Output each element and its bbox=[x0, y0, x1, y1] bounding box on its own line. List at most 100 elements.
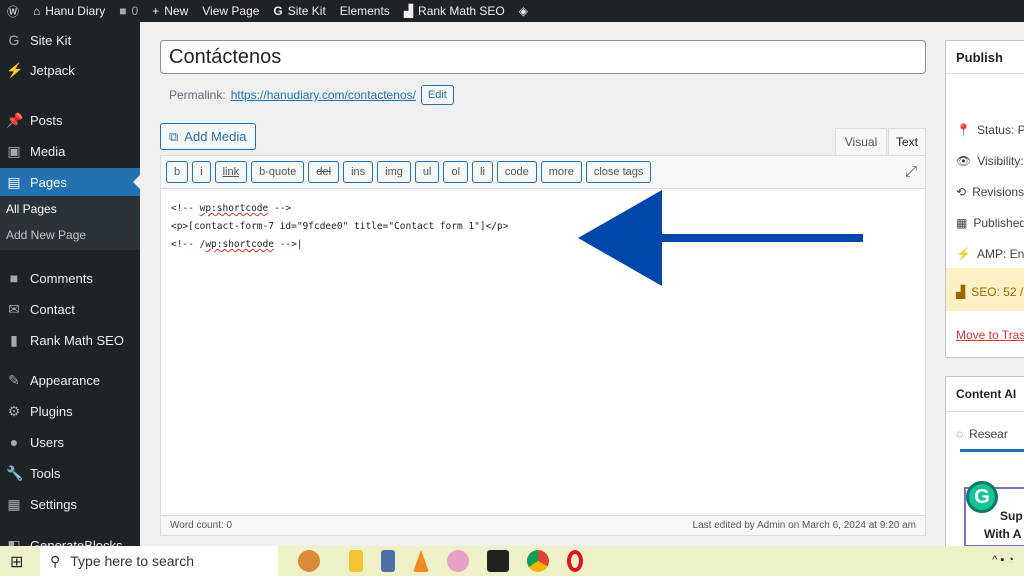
title-input[interactable]: Contáctenos bbox=[160, 40, 926, 74]
menu-icon: ▤ bbox=[7, 173, 21, 190]
sidebar-item-comments[interactable]: ■ Comments bbox=[0, 264, 140, 292]
quicktag-ol-button[interactable]: ol bbox=[443, 161, 469, 183]
menu-icon: ✉ bbox=[8, 300, 20, 317]
permalink-link[interactable]: https://hanudiary.com/contactenos/ bbox=[231, 88, 416, 102]
sidebar-item-label: Jetpack bbox=[30, 62, 75, 78]
research-tab[interactable]: ◌ Resear bbox=[956, 427, 1008, 441]
sidebar-item-media[interactable]: ▣ Media bbox=[0, 137, 140, 165]
admin-bar: Ⓦ ⌂ Hanu Diary ■ 0 + New View Page G Site Ki… bbox=[0, 0, 1024, 22]
sidebar-item-label: Contact bbox=[30, 301, 75, 317]
weather-widget-icon[interactable] bbox=[298, 550, 320, 572]
tab-text[interactable]: Text bbox=[888, 128, 926, 155]
sidebar-item-label: Tools bbox=[30, 465, 61, 481]
published-row: ▦ Published bbox=[956, 216, 1024, 230]
menu-icon: ▮ bbox=[10, 331, 18, 348]
comments-link[interactable]: ■ 0 bbox=[112, 0, 145, 22]
file-explorer-icon[interactable] bbox=[349, 550, 363, 572]
sidebar-item-label: Rank Math SEO bbox=[30, 332, 124, 348]
home-icon: ⌂ bbox=[33, 4, 41, 18]
quicktag-img-button[interactable]: img bbox=[377, 161, 411, 183]
taskbar-search[interactable]: ⚲ Type here to search bbox=[40, 546, 278, 576]
quicktag-li-button[interactable]: li bbox=[472, 161, 493, 183]
promo-text-2: With A bbox=[984, 527, 1022, 541]
seo-score[interactable]: ▟ SEO: 52 / bbox=[956, 285, 1023, 299]
arrow-head bbox=[578, 190, 662, 286]
search-icon: ⚲ bbox=[50, 552, 61, 569]
last-edited: Last edited by Admin on March 6, 2024 at… bbox=[692, 520, 916, 531]
quicktag-link-button[interactable]: link bbox=[214, 161, 248, 183]
vlc-icon[interactable] bbox=[413, 550, 429, 572]
rank-math-link[interactable]: ▟ Rank Math SEO bbox=[397, 0, 512, 22]
add-media-button[interactable]: ⧉ Add Media bbox=[160, 123, 256, 150]
pages-submenu: All Pages Add New Page bbox=[0, 188, 140, 250]
grammarly-icon[interactable]: G bbox=[966, 481, 998, 513]
amp-row: ⚡AMP: Ena bbox=[956, 247, 1024, 261]
chrome-icon[interactable] bbox=[527, 550, 549, 572]
promo-text: Sup bbox=[1000, 509, 1023, 523]
new-link[interactable]: + New bbox=[145, 0, 195, 22]
sidebar-item-tools[interactable]: 🔧 Tools bbox=[0, 459, 140, 487]
eye-icon: 👁 bbox=[956, 154, 972, 168]
permalink: Permalink: https://hanudiary.com/contact… bbox=[169, 85, 454, 105]
elements-link[interactable]: Elements bbox=[333, 0, 397, 22]
editor-footer: Word count: 0 Last edited by Admin on Mar… bbox=[161, 515, 925, 535]
rank-math-icon: ▟ bbox=[956, 285, 966, 299]
sidebar-item-contact[interactable]: ✉ Contact bbox=[0, 295, 140, 323]
quicktag-ul-button[interactable]: ul bbox=[414, 161, 440, 183]
quicktag-i-button[interactable]: i bbox=[192, 161, 211, 183]
history-icon: ⟲ bbox=[956, 185, 967, 199]
wordpress-logo-icon[interactable]: Ⓦ bbox=[0, 0, 26, 22]
view-page-link[interactable]: View Page bbox=[195, 0, 266, 22]
fullscreen-icon[interactable]: ⤢ bbox=[905, 163, 917, 180]
quicktag-more-button[interactable]: more bbox=[540, 161, 582, 183]
word-count: Word count: 0 bbox=[170, 520, 233, 531]
windows-start-icon[interactable]: ⊞ bbox=[10, 552, 23, 572]
site-kit-link[interactable]: G Site Kit bbox=[266, 0, 332, 22]
pin-icon: 📍 bbox=[956, 123, 971, 137]
sidebar-item-label: Pages bbox=[30, 174, 67, 190]
quicktag-b-button[interactable]: b bbox=[166, 161, 189, 183]
sidebar-item-pages[interactable]: ▤ Pages bbox=[0, 168, 140, 196]
sidebar-item-settings[interactable]: ▦ Settings bbox=[0, 490, 140, 518]
menu-icon: ⚙ bbox=[7, 402, 21, 419]
calculator-icon[interactable] bbox=[381, 550, 395, 572]
sidebar-item-label: Settings bbox=[30, 496, 77, 512]
revisions-row[interactable]: ⟲ Revisions bbox=[956, 185, 1024, 199]
quicktag-ins-button[interactable]: ins bbox=[343, 161, 374, 183]
menu-icon: ▣ bbox=[7, 142, 21, 159]
sidebar-item-posts[interactable]: 📌 Posts bbox=[0, 106, 140, 134]
snip-icon[interactable] bbox=[447, 550, 469, 572]
sidebar-item-plugins[interactable]: ⚙ Plugins bbox=[0, 397, 140, 425]
sidebar-item-users[interactable]: ● Users bbox=[0, 428, 140, 456]
sidebar-item-label: Plugins bbox=[30, 403, 73, 419]
quicktag-code-button[interactable]: code bbox=[496, 161, 537, 183]
visibility-row: 👁 Visibility: bbox=[956, 154, 1024, 168]
diamond-icon[interactable]: ◈ bbox=[512, 0, 535, 22]
quicktag-del-button[interactable]: del bbox=[308, 161, 340, 183]
edit-permalink-button[interactable]: Edit bbox=[420, 85, 454, 105]
site-name-link[interactable]: ⌂ Hanu Diary bbox=[26, 0, 112, 22]
quicktag-b-quote-button[interactable]: b-quote bbox=[251, 161, 305, 183]
editor-content[interactable]: <!-- wp:shortcode --> <p>[contact-form-7… bbox=[171, 200, 508, 254]
sidebar-item-rank-math-seo[interactable]: ▮ Rank Math SEO bbox=[0, 326, 140, 354]
content-ai-title: Content AI bbox=[946, 377, 1024, 412]
media-icon: ⧉ bbox=[169, 128, 179, 144]
move-to-trash-link[interactable]: Move to Tras bbox=[956, 328, 1024, 342]
submenu-add-new-page[interactable]: Add New Page bbox=[6, 228, 86, 242]
sidebar-item-label: Comments bbox=[30, 270, 93, 286]
opera-icon[interactable] bbox=[567, 550, 583, 572]
quicktag-close-tags-button[interactable]: close tags bbox=[585, 161, 652, 183]
sidebar-item-site-kit[interactable]: G Site Kit bbox=[0, 26, 140, 54]
arrow-annotation bbox=[578, 190, 863, 286]
sidebar-item-jetpack[interactable]: ⚡ Jetpack bbox=[0, 56, 140, 84]
system-tray-icons[interactable]: ^ ▪ ◔ bbox=[992, 554, 1014, 566]
tab-visual[interactable]: Visual bbox=[835, 128, 887, 155]
content-ai-box: Content AI ◌ Resear G Sup With A bbox=[945, 376, 1024, 556]
publish-box: Publish 📍 Status: P 👁 Visibility: ⟲ Revisio… bbox=[945, 40, 1024, 358]
admin-sidebar: All Pages Add New Page G Site Kit ⚡ Jetpack… bbox=[0, 22, 140, 553]
sticky-notes-icon[interactable] bbox=[487, 550, 509, 572]
sidebar-item-label: Users bbox=[30, 434, 64, 450]
submenu-all-pages[interactable]: All Pages bbox=[6, 202, 57, 216]
menu-icon: 🔧 bbox=[6, 464, 24, 481]
sidebar-item-appearance[interactable]: ✎ Appearance bbox=[0, 366, 140, 394]
